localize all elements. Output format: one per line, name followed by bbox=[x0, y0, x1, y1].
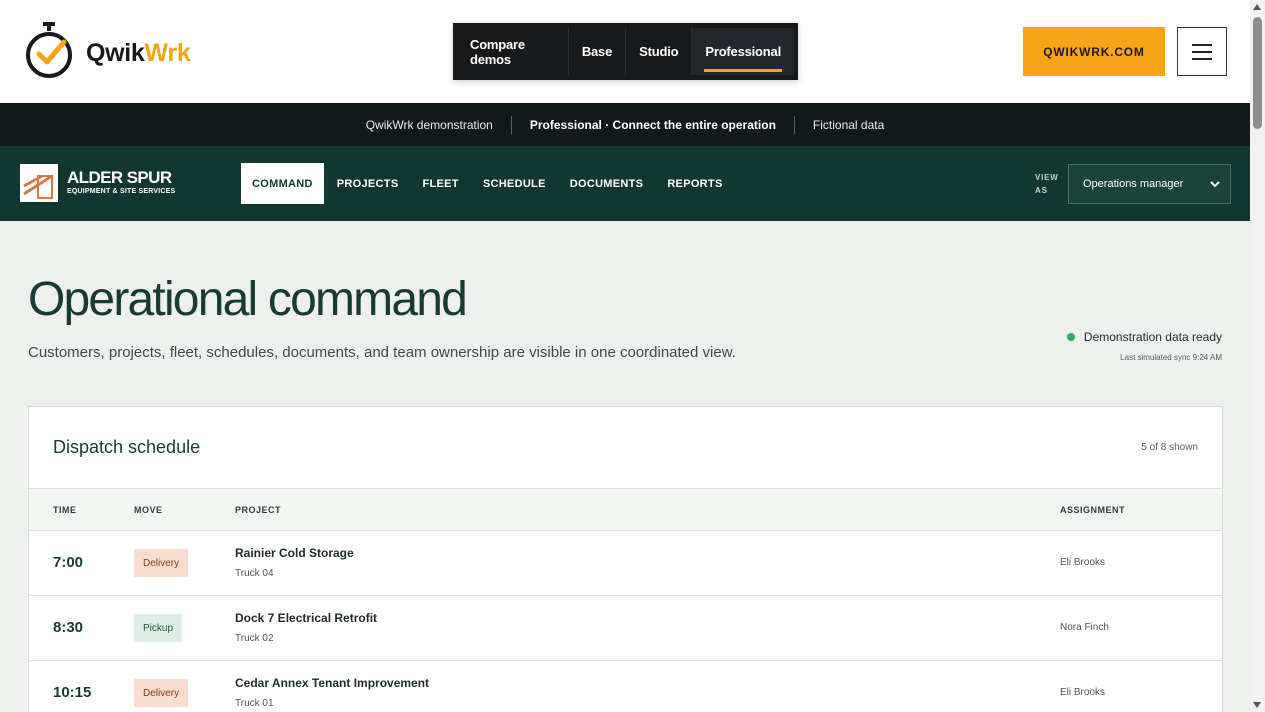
tab-base[interactable]: Base bbox=[569, 28, 627, 75]
table-row[interactable]: 7:00 Delivery Rainier Cold Storage Truck… bbox=[29, 531, 1222, 596]
tab-command[interactable]: COMMAND bbox=[241, 163, 324, 204]
status-dot-icon bbox=[1066, 333, 1075, 341]
role-select[interactable]: Operations manager bbox=[1068, 164, 1231, 204]
chevron-down-icon bbox=[1210, 180, 1220, 187]
tab-compare-demos[interactable]: Compare demos bbox=[457, 28, 569, 75]
alder-spur-logo-icon bbox=[20, 164, 58, 202]
truck-label: Truck 04 bbox=[235, 568, 274, 579]
card-title: Dispatch schedule bbox=[53, 437, 201, 457]
dispatch-schedule-card: Dispatch schedule 5 of 8 shown TIME MOVE… bbox=[28, 406, 1223, 712]
table-row[interactable]: 8:30 Pickup Dock 7 Electrical Retrofit T… bbox=[29, 596, 1222, 661]
row-time: 8:30 bbox=[53, 619, 84, 636]
row-time: 7:00 bbox=[53, 554, 84, 571]
assignment: Nora Finch bbox=[1060, 622, 1109, 633]
info-edition: Professional · Connect the entire operat… bbox=[512, 115, 795, 134]
tab-professional[interactable]: Professional bbox=[692, 28, 794, 75]
page-subtitle: Customers, projects, fleet, schedules, d… bbox=[28, 344, 736, 361]
info-fictional: Fictional data bbox=[812, 117, 885, 132]
assignment: Eli Brooks bbox=[1060, 687, 1106, 698]
tab-fleet[interactable]: FLEET bbox=[411, 163, 469, 204]
tab-studio[interactable]: Studio bbox=[626, 28, 693, 75]
move-badge: Delivery bbox=[134, 549, 189, 577]
data-status: Demonstration data ready Last simulated … bbox=[1066, 330, 1222, 362]
table-row[interactable]: 10:15 Delivery Cedar Annex Tenant Improv… bbox=[29, 661, 1222, 712]
hamburger-icon bbox=[1192, 50, 1212, 53]
demo-switcher: Compare demos Base Studio Professional bbox=[453, 23, 798, 80]
scroll-thumb[interactable] bbox=[1253, 17, 1262, 129]
col-assignment: ASSIGNMENT bbox=[1060, 505, 1126, 515]
page-title: Operational command bbox=[28, 273, 468, 326]
project-name[interactable]: Cedar Annex Tenant Improvement bbox=[235, 676, 429, 690]
site-header: QwikWrk Compare demos Base Studio Profes… bbox=[0, 0, 1250, 103]
assignment: Eli Brooks bbox=[1060, 557, 1106, 568]
table-header: TIME MOVE PROJECT ASSIGNMENT bbox=[29, 488, 1222, 531]
page-scrollbar[interactable] bbox=[1250, 0, 1265, 712]
qwikwrk-logo[interactable]: QwikWrk bbox=[24, 22, 191, 80]
info-demonstration: QwikWrk demonstration bbox=[348, 115, 512, 134]
move-badge: Delivery bbox=[134, 679, 189, 707]
tab-reports[interactable]: REPORTS bbox=[656, 163, 733, 204]
alder-spur-brand[interactable]: ALDER SPUR EQUIPMENT & SITE SERVICES bbox=[20, 164, 175, 202]
shown-count: 5 of 8 shown bbox=[1141, 442, 1198, 453]
view-as-label: VIEW AS bbox=[1035, 173, 1059, 195]
truck-label: Truck 01 bbox=[235, 698, 274, 709]
sync-text: Last simulated sync 9:24 AM bbox=[1120, 353, 1222, 362]
hamburger-icon bbox=[1192, 43, 1212, 46]
role-select-value: Operations manager bbox=[1083, 178, 1184, 190]
app-nav-tabs: COMMAND PROJECTS FLEET SCHEDULE DOCUMENT… bbox=[241, 163, 736, 204]
scroll-down-icon[interactable] bbox=[1253, 702, 1261, 708]
scroll-up-icon[interactable] bbox=[1253, 4, 1261, 10]
row-time: 10:15 bbox=[53, 684, 92, 701]
tab-projects[interactable]: PROJECTS bbox=[326, 163, 410, 204]
col-move: MOVE bbox=[134, 505, 163, 515]
hamburger-icon bbox=[1192, 57, 1212, 60]
brand-tagline: EQUIPMENT & SITE SERVICES bbox=[67, 188, 176, 195]
qwikwrk-site-button[interactable]: QWIKWRK.COM bbox=[1023, 27, 1165, 76]
stopwatch-icon bbox=[26, 22, 72, 78]
menu-button[interactable] bbox=[1177, 27, 1227, 76]
col-time: TIME bbox=[53, 505, 77, 515]
col-project: PROJECT bbox=[235, 505, 282, 515]
app-navbar: ALDER SPUR EQUIPMENT & SITE SERVICES COM… bbox=[0, 146, 1250, 221]
project-name[interactable]: Rainier Cold Storage bbox=[235, 546, 354, 560]
project-name[interactable]: Dock 7 Electrical Retrofit bbox=[235, 611, 377, 625]
move-badge: Pickup bbox=[134, 614, 183, 642]
logo-wordmark: QwikWrk bbox=[86, 38, 191, 67]
truck-label: Truck 02 bbox=[235, 633, 274, 644]
demo-info-strip: QwikWrk demonstration Professional · Con… bbox=[0, 103, 1250, 146]
brand-name: ALDER SPUR bbox=[67, 168, 172, 187]
tab-documents[interactable]: DOCUMENTS bbox=[559, 163, 655, 204]
tab-schedule[interactable]: SCHEDULE bbox=[472, 163, 557, 204]
status-text: Demonstration data ready bbox=[1083, 330, 1222, 344]
